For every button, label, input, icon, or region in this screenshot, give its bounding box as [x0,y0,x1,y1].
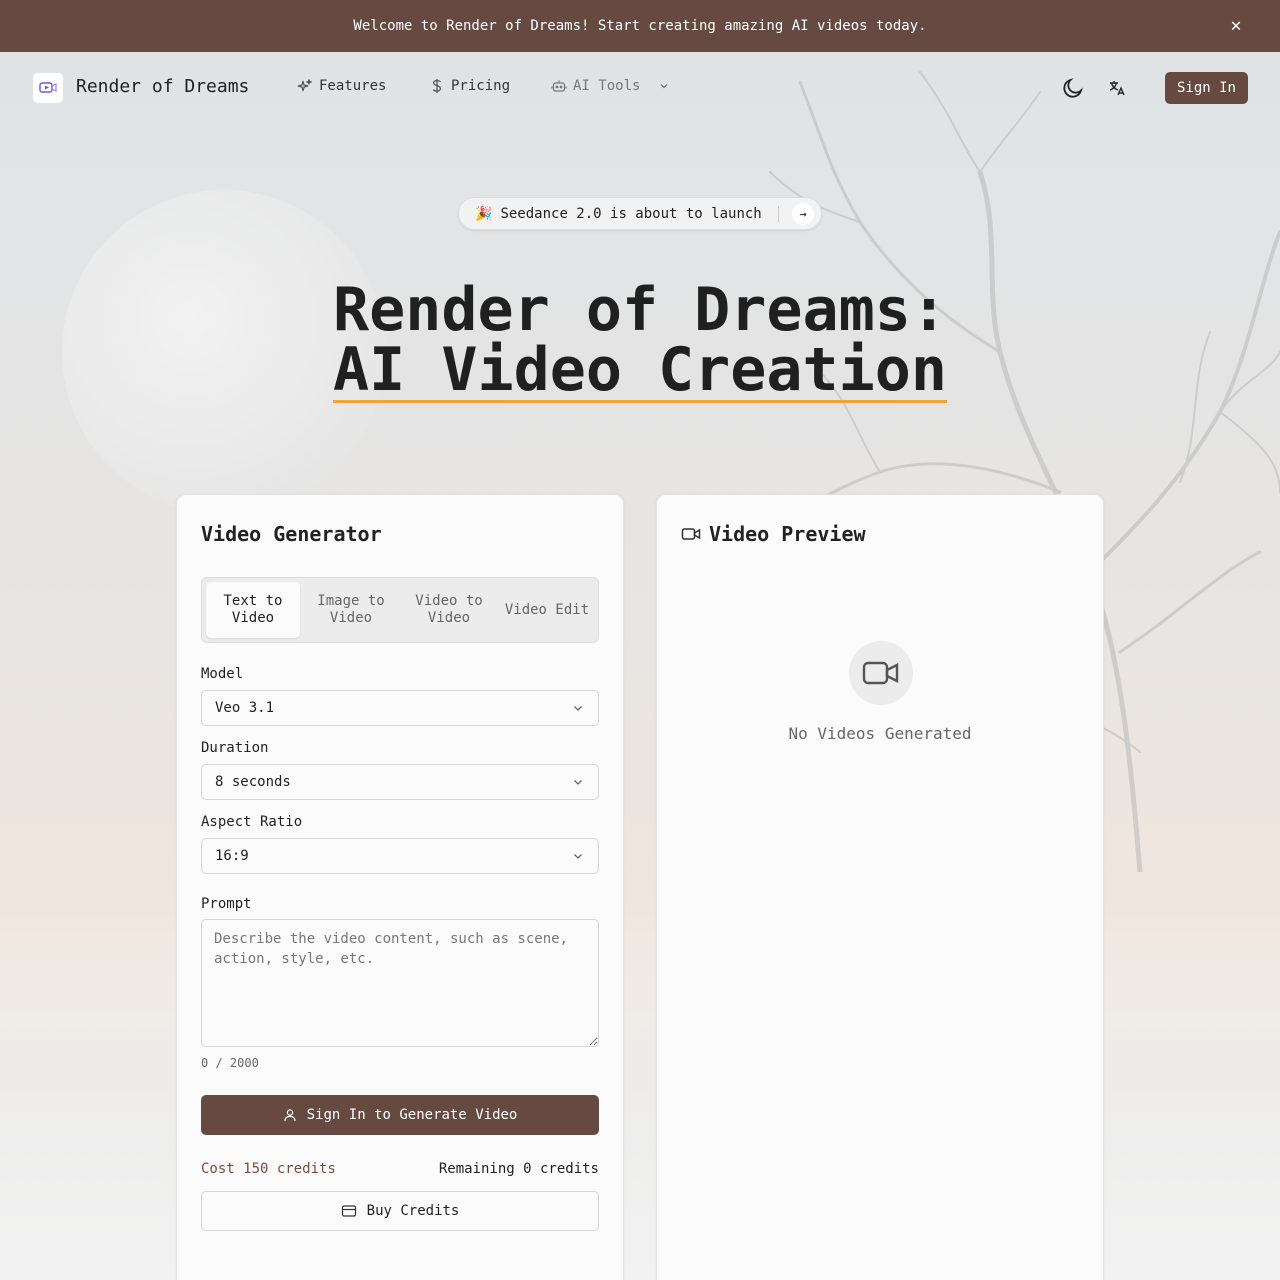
aspect-ratio-select[interactable]: 16:9 [201,838,599,874]
video-camera-icon [862,661,899,685]
prompt-character-counter: 0 / 2000 [201,1056,259,1070]
hero-title-line2: AI Video Creation [332,335,948,405]
top-navigation: Render of Dreams Features Pricing AI Too… [0,52,1280,124]
buy-credits-button[interactable]: Buy Credits [201,1191,599,1231]
credit-card-icon [341,1205,356,1217]
video-generator-card: Video Generator Text to Video Image to V… [176,494,624,1280]
duration-label: Duration [201,740,269,756]
prompt-input[interactable] [201,919,599,1047]
nav-ai-tools[interactable]: AI Tools [551,78,670,94]
hero-title-line1: Render of Dreams: [332,275,948,345]
theme-toggle-button[interactable] [1059,74,1087,102]
sign-in-to-generate-button[interactable]: Sign In to Generate Video [201,1095,599,1135]
prompt-label: Prompt [201,896,252,912]
nav-pricing-label: Pricing [451,78,511,94]
sparkles-icon [297,79,312,92]
chevron-down-icon [574,854,582,859]
duration-select[interactable]: 8 seconds [201,764,599,800]
video-camera-icon [681,528,701,540]
duration-select-value: 8 seconds [215,774,291,790]
tab-video-to-video[interactable]: Video to Video [402,582,496,638]
sign-in-button[interactable]: Sign In [1165,72,1248,104]
nav-ai-tools-label: AI Tools [573,78,641,94]
arrow-right-icon[interactable]: → [792,203,814,225]
banner-message: Welcome to Render of Dreams! Start creat… [353,18,927,34]
buy-credits-label: Buy Credits [366,1203,460,1219]
announcement-text: Seedance 2.0 is about to launch [500,205,762,222]
model-label: Model [201,666,244,682]
nav-features[interactable]: Features [297,78,386,94]
dollar-icon [432,79,442,93]
chevron-down-icon [574,706,582,711]
logo-icon [39,82,57,93]
model-select[interactable]: Veo 3.1 [201,690,599,726]
language-button[interactable] [1103,74,1131,102]
aspect-ratio-select-value: 16:9 [215,848,249,864]
preview-title: Video Preview [681,522,866,546]
announcement-pill[interactable]: 🎉 Seedance 2.0 is about to launch → [458,197,822,230]
user-icon [284,1109,296,1122]
translate-icon [1109,81,1125,96]
moon-icon [1063,78,1083,98]
model-select-value: Veo 3.1 [215,700,275,716]
brand-logo[interactable] [32,72,64,104]
preview-title-text: Video Preview [709,522,866,546]
generation-mode-tabs: Text to Video Image to Video Video to Vi… [201,577,599,643]
brand-name[interactable]: Render of Dreams [76,76,249,97]
nav-pricing[interactable]: Pricing [429,78,510,94]
empty-state-icon-circle [849,641,913,705]
chevron-down-icon [574,780,582,785]
remaining-credits: Remaining 0 credits [438,1161,599,1177]
generator-title: Video Generator [201,522,382,546]
bot-icon [551,80,567,92]
tab-video-edit[interactable]: Video Edit [500,582,594,638]
hero-title: Render of Dreams: AI Video Creation [0,280,1280,403]
tab-text-to-video[interactable]: Text to Video [206,582,300,638]
chevron-down-icon [660,84,668,89]
video-preview-card: Video Preview No Videos Generated [656,494,1104,1280]
party-emoji-icon: 🎉 [475,205,493,222]
tab-image-to-video[interactable]: Image to Video [304,582,398,638]
close-icon[interactable]: ✕ [1226,16,1246,36]
nav-features-label: Features [319,78,387,94]
cost-credits: Cost 150 credits [201,1161,336,1177]
welcome-banner: Welcome to Render of Dreams! Start creat… [0,0,1280,52]
aspect-ratio-label: Aspect Ratio [201,814,303,830]
announcement-divider [778,206,779,222]
sign-in-to-generate-label: Sign In to Generate Video [306,1107,518,1123]
empty-state-text: No Videos Generated [788,724,972,743]
